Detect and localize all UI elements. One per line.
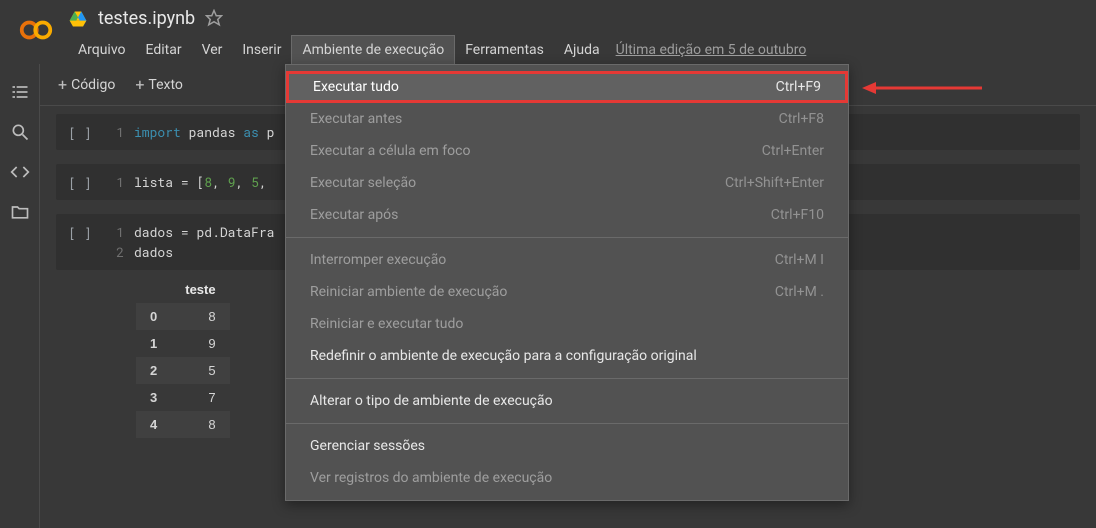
menu-item-label: Reiniciar ambiente de execução [310,284,507,300]
menu-item-shortcut: Ctrl+M . [775,284,824,300]
search-icon[interactable] [10,122,30,142]
menu-arquivo[interactable]: Arquivo [68,36,136,64]
toc-icon[interactable] [10,82,30,102]
table-row: 48 [136,411,230,438]
menu-item-shortcut: Ctrl+Shift+Enter [725,175,824,191]
plus-icon: + [58,75,67,94]
add-code-label: Código [71,77,115,93]
add-text-label: Texto [148,77,182,93]
table-row: 08 [136,303,230,330]
code-line: dados = pd.DataFra [134,222,274,242]
last-edit-link[interactable]: Última edição em 5 de outubro [616,42,807,58]
menu-item-label: Executar seleção [310,175,416,191]
output-table: teste0819253748 [136,276,230,438]
table-row: 25 [136,357,230,384]
drive-icon [68,9,88,29]
menu-item-label: Gerenciar sessões [310,438,425,454]
menu-item-label: Executar após [310,207,398,223]
code-line: dados [134,242,173,262]
code-line: import pandas as p [134,122,274,142]
menu-item: Reiniciar e executar tudo [286,308,848,340]
menu-ver[interactable]: Ver [192,36,233,64]
menu-item-shortcut: Ctrl+F9 [776,79,821,95]
add-text-button[interactable]: + Texto [127,71,191,98]
annotation-arrow [862,78,982,98]
cell-value: 9 [171,330,229,357]
menu-item[interactable]: Redefinir o ambiente de execução para a … [286,340,848,372]
menu-item-label: Executar antes [310,111,402,127]
line-number: 2 [104,242,124,262]
menu-item[interactable]: Alterar o tipo de ambiente de execução [286,385,848,417]
cell-value: 8 [171,411,229,438]
menu-item-label: Ver registros do ambiente de execução [310,470,552,486]
menu-item-label: Alterar o tipo de ambiente de execução [310,393,553,409]
line-number: 1 [104,222,124,242]
row-index: 0 [136,303,171,330]
left-sidebar [0,64,40,528]
star-icon[interactable] [205,9,225,29]
code-snippets-icon[interactable] [10,162,30,182]
runtime-dropdown: Executar tudo Ctrl+F9 Executar antes Ctrl+F… [285,64,849,501]
row-index: 2 [136,357,171,384]
menu-inserir[interactable]: Inserir [232,36,291,64]
menu-separator [286,378,848,379]
menu-item-label: Executar tudo [313,79,399,95]
menu-separator [286,237,848,238]
menu-item: Reiniciar ambiente de execução Ctrl+M . [286,276,848,308]
line-number: 1 [104,172,124,192]
menu-editar[interactable]: Editar [136,36,192,64]
menu-item-label: Interromper execução [310,252,446,268]
menu-item-shortcut: Ctrl+F8 [779,111,824,127]
cell-run-gutter[interactable]: [ ] [56,168,104,196]
cell-value: 8 [171,303,229,330]
header-bar: testes.ipynb Arquivo Editar Ver Inserir … [0,0,1096,64]
menu-ferramentas[interactable]: Ferramentas [455,36,554,64]
menu-ambiente[interactable]: Ambiente de execução [291,35,455,64]
menu-separator [286,423,848,424]
menu-item: Executar a célula em foco Ctrl+Enter [286,135,848,167]
menu-item-label: Reiniciar e executar tudo [310,316,463,332]
menu-ajuda[interactable]: Ajuda [554,36,610,64]
colab-logo [16,10,56,50]
cell-value: 5 [171,357,229,384]
code-line: lista = [8, 9, 5, [134,172,267,192]
row-index: 1 [136,330,171,357]
menu-item-shortcut: Ctrl+Enter [762,143,824,159]
doc-title[interactable]: testes.ipynb [98,8,195,29]
menu-item: Interromper execução Ctrl+M I [286,244,848,276]
menu-item[interactable]: Executar tudo Ctrl+F9 [286,71,848,103]
menu-item-label: Executar a célula em foco [310,143,470,159]
cell-run-gutter[interactable]: [ ] [56,118,104,146]
menu-item-shortcut: Ctrl+M I [775,252,824,268]
menu-item[interactable]: Gerenciar sessões [286,430,848,462]
files-icon[interactable] [10,202,30,222]
column-header: teste [171,276,229,303]
row-index: 3 [136,384,171,411]
row-index: 4 [136,411,171,438]
menu-item: Ver registros do ambiente de execução [286,462,848,494]
menu-item-shortcut: Ctrl+F10 [771,207,824,223]
cell-run-gutter[interactable]: [ ] [56,218,104,266]
table-row: 19 [136,330,230,357]
menu-item-label: Redefinir o ambiente de execução para a … [310,348,697,364]
menu-item: Executar após Ctrl+F10 [286,199,848,231]
cell-value: 7 [171,384,229,411]
menubar: Arquivo Editar Ver Inserir Ambiente de e… [68,29,1096,64]
menu-item: Executar antes Ctrl+F8 [286,103,848,135]
menu-item: Executar seleção Ctrl+Shift+Enter [286,167,848,199]
add-code-button[interactable]: + Código [50,71,123,98]
plus-icon: + [135,75,144,94]
line-number: 1 [104,122,124,142]
table-row: 37 [136,384,230,411]
